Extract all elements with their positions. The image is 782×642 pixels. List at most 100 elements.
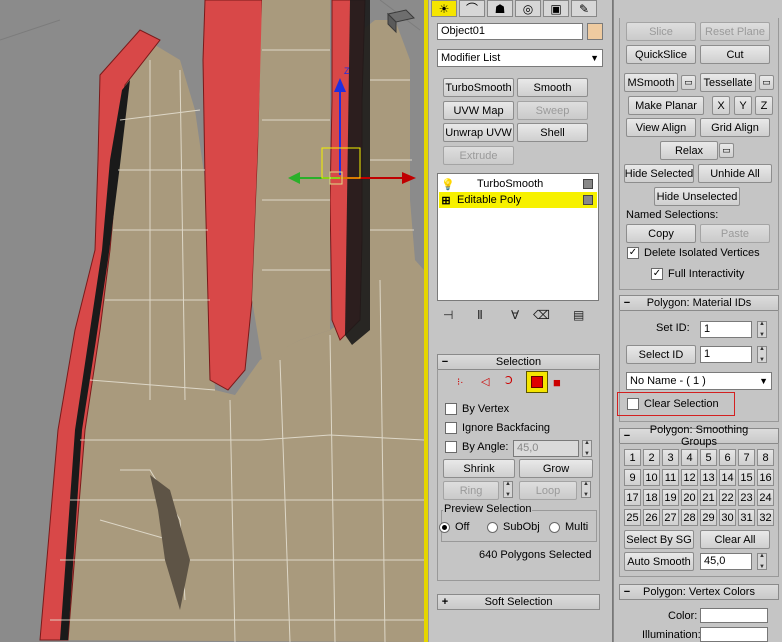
set-id-field[interactable]: 1	[700, 321, 752, 338]
slice-button[interactable]: Slice	[626, 22, 696, 41]
copy-button[interactable]: Copy	[626, 224, 696, 243]
smoothing-group-button[interactable]: 28	[681, 509, 698, 526]
select-id-field[interactable]: 1	[700, 346, 752, 363]
planar-y-button[interactable]: Y	[734, 96, 752, 115]
shell-button[interactable]: Shell	[517, 123, 588, 142]
by-angle-checkbox[interactable]	[445, 441, 457, 453]
smoothing-group-button[interactable]: 8	[757, 449, 774, 466]
display-tab[interactable]: ▣	[543, 0, 569, 17]
select-by-sg-button[interactable]: Select By SG	[624, 530, 694, 549]
msmooth-button[interactable]: MSmooth	[624, 73, 678, 92]
angle-field[interactable]: 45,0	[513, 440, 579, 457]
smoothing-group-button[interactable]: 23	[738, 489, 755, 506]
element-mode-icon[interactable]: ■	[553, 375, 561, 390]
auto-smooth-spinner[interactable]	[757, 553, 767, 570]
ignore-backfacing-checkbox[interactable]	[445, 422, 457, 434]
create-tab[interactable]: ☀	[431, 0, 457, 17]
clear-all-button[interactable]: Clear All	[700, 530, 770, 549]
smoothing-group-button[interactable]: 18	[643, 489, 660, 506]
smoothing-group-button[interactable]: 25	[624, 509, 641, 526]
smoothing-group-button[interactable]: 27	[662, 509, 679, 526]
utilities-tab[interactable]: ✎	[571, 0, 597, 17]
full-interactivity-checkbox[interactable]: ✓	[651, 268, 663, 280]
preview-subobj-radio[interactable]	[487, 522, 498, 533]
uvw-map-button[interactable]: UVW Map	[443, 101, 514, 120]
relax-settings-icon[interactable]: ▭	[719, 143, 734, 158]
smoothing-group-button[interactable]: 13	[700, 469, 717, 486]
smoothing-groups-rollout-header[interactable]: − Polygon: Smoothing Groups	[619, 424, 779, 448]
smoothing-group-button[interactable]: 32	[757, 509, 774, 526]
relax-button[interactable]: Relax	[660, 141, 718, 160]
smoothing-group-button[interactable]: 1	[624, 449, 641, 466]
hide-unselected-button[interactable]: Hide Unselected	[654, 187, 740, 206]
angle-spinner[interactable]	[582, 440, 592, 457]
smoothing-group-button[interactable]: 3	[662, 449, 679, 466]
auto-smooth-field[interactable]: 45,0	[700, 553, 752, 570]
cut-button[interactable]: Cut	[700, 45, 770, 64]
grow-button[interactable]: Grow	[519, 459, 593, 478]
view-align-button[interactable]: View Align	[626, 118, 696, 137]
object-color-swatch[interactable]	[587, 23, 603, 40]
smoothing-group-button[interactable]: 7	[738, 449, 755, 466]
smoothing-group-button[interactable]: 29	[700, 509, 717, 526]
smoothing-group-button[interactable]: 6	[719, 449, 736, 466]
ring-spinner[interactable]	[503, 481, 513, 498]
make-planar-button[interactable]: Make Planar	[628, 96, 704, 115]
show-end-result-icon[interactable]: Ⅱ	[477, 308, 483, 322]
selection-rollout-header[interactable]: − Selection	[437, 354, 600, 370]
delete-isolated-checkbox[interactable]: ✓	[627, 247, 639, 259]
pin-stack-icon[interactable]: ⊣	[443, 308, 453, 322]
smoothing-group-button[interactable]: 17	[624, 489, 641, 506]
smoothing-group-button[interactable]: 9	[624, 469, 641, 486]
set-id-spinner[interactable]	[757, 321, 767, 338]
smoothing-group-button[interactable]: 31	[738, 509, 755, 526]
stack-item-editable-poly[interactable]: ⊞ Editable Poly	[439, 192, 597, 208]
border-mode-icon[interactable]: Ↄ	[505, 374, 513, 387]
smoothing-group-button[interactable]: 20	[681, 489, 698, 506]
tessellate-button[interactable]: Tessellate	[700, 73, 756, 92]
smoothing-group-button[interactable]: 24	[757, 489, 774, 506]
paste-button[interactable]: Paste	[700, 224, 770, 243]
vertex-mode-icon[interactable]: ⁝·	[457, 377, 464, 388]
msmooth-settings-icon[interactable]: ▭	[681, 75, 696, 90]
remove-modifier-icon[interactable]: ⌫	[533, 308, 550, 322]
tessellate-settings-icon[interactable]: ▭	[759, 75, 774, 90]
smoothing-group-button[interactable]: 16	[757, 469, 774, 486]
ring-button[interactable]: Ring	[443, 481, 499, 500]
unwrap-uvw-button[interactable]: Unwrap UVW	[443, 123, 514, 142]
modifier-stack[interactable]: 💡 TurboSmooth ⊞ Editable Poly	[437, 173, 599, 301]
viewport-perspective[interactable]: Z	[0, 0, 424, 642]
smoothing-group-button[interactable]: 11	[662, 469, 679, 486]
smooth-button[interactable]: Smooth	[517, 78, 588, 97]
smoothing-group-button[interactable]: 4	[681, 449, 698, 466]
quickslice-button[interactable]: QuickSlice	[626, 45, 696, 64]
smoothing-group-button[interactable]: 26	[643, 509, 660, 526]
stack-item-turbosmooth[interactable]: 💡 TurboSmooth	[439, 176, 597, 192]
soft-selection-rollout-header[interactable]: + Soft Selection	[437, 594, 600, 610]
by-vertex-checkbox[interactable]	[445, 403, 457, 415]
extrude-button[interactable]: Extrude	[443, 146, 514, 165]
loop-spinner[interactable]	[581, 481, 591, 498]
grid-align-button[interactable]: Grid Align	[700, 118, 770, 137]
hide-selected-button[interactable]: Hide Selected	[624, 164, 694, 183]
modify-tab[interactable]: ⌒	[459, 0, 485, 17]
select-id-button[interactable]: Select ID	[626, 345, 696, 364]
smoothing-group-button[interactable]: 14	[719, 469, 736, 486]
vertex-color-swatch[interactable]	[700, 608, 768, 623]
sweep-button[interactable]: Sweep	[517, 101, 588, 120]
illumination-color-swatch[interactable]	[700, 627, 768, 642]
loop-button[interactable]: Loop	[519, 481, 577, 500]
material-ids-rollout-header[interactable]: − Polygon: Material IDs	[619, 295, 779, 311]
smoothing-group-button[interactable]: 30	[719, 509, 736, 526]
planar-x-button[interactable]: X	[712, 96, 730, 115]
modifier-list-dropdown[interactable]: Modifier List ▼	[437, 49, 603, 67]
reset-plane-button[interactable]: Reset Plane	[700, 22, 770, 41]
material-name-dropdown[interactable]: No Name - ( 1 ) ▼	[626, 372, 772, 390]
smoothing-group-button[interactable]: 5	[700, 449, 717, 466]
object-name-field[interactable]: Object01	[437, 23, 583, 40]
preview-off-radio[interactable]	[439, 522, 450, 533]
smoothing-group-button[interactable]: 21	[700, 489, 717, 506]
planar-z-button[interactable]: Z	[755, 96, 773, 115]
motion-tab[interactable]: ◎	[515, 0, 541, 17]
edge-mode-icon[interactable]: ◁	[481, 375, 489, 388]
